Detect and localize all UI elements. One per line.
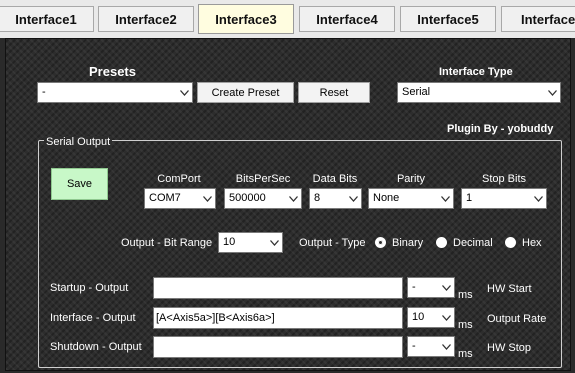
parity-value: None	[373, 192, 400, 204]
startup-rate-select[interactable]: -	[407, 277, 455, 298]
comport-label: ComPort	[157, 173, 201, 185]
hw-start-label: HW Start	[487, 283, 532, 295]
tab-interface1[interactable]: Interface1	[0, 6, 94, 32]
tab-interface3[interactable]: Interface3	[198, 4, 294, 34]
serial-output-title: Serial Output	[44, 136, 113, 148]
interface-type-value: Serial	[402, 86, 431, 98]
bit-range-value: 10	[223, 236, 236, 248]
plugin-credit: Plugin By - yobuddy	[447, 123, 554, 135]
stop-bits-value: 1	[466, 192, 473, 204]
bit-range-select[interactable]: 10	[218, 232, 283, 253]
radio-decimal[interactable]	[436, 237, 447, 248]
parity-select[interactable]: None	[368, 188, 454, 209]
radio-binary[interactable]	[375, 237, 386, 248]
tab-interface5[interactable]: Interface5	[400, 6, 496, 32]
parity-label: Parity	[396, 173, 426, 185]
reset-button[interactable]: Reset	[298, 82, 370, 103]
tab-bar: Interface1 Interface2 Interface3 Interfa…	[0, 0, 575, 38]
stop-bits-label: Stop Bits	[481, 173, 527, 185]
interface-output-field[interactable]: [A<Axis5a>][B<Axis6a>]	[153, 307, 403, 329]
bits-per-sec-label: BitsPerSec	[235, 173, 291, 185]
create-preset-button[interactable]: Create Preset	[197, 82, 294, 103]
interface-output-label: Interface - Output	[50, 312, 136, 324]
chevron-down-icon	[438, 308, 454, 327]
interface-unit-label: ms	[458, 319, 473, 331]
chevron-down-icon	[345, 189, 361, 208]
chevron-down-icon	[530, 189, 546, 208]
chevron-down-icon	[438, 337, 454, 356]
radio-hex[interactable]	[505, 237, 516, 248]
bit-range-label: Output - Bit Range	[121, 237, 213, 249]
comport-select[interactable]: COM7	[144, 188, 216, 209]
hw-stop-label: HW Stop	[487, 342, 532, 354]
chevron-down-icon	[437, 189, 453, 208]
chevron-down-icon	[285, 189, 301, 208]
tab-interface2[interactable]: Interface2	[98, 6, 194, 32]
presets-select-value: -	[42, 86, 46, 98]
tab-interface4[interactable]: Interface4	[299, 6, 395, 32]
shutdown-rate-select[interactable]: -	[407, 336, 455, 357]
interface-rate-value: 10	[412, 311, 425, 323]
chevron-down-icon	[544, 83, 560, 102]
startup-output-field[interactable]	[153, 277, 403, 299]
startup-rate-value: -	[412, 281, 416, 293]
chevron-down-icon	[199, 189, 215, 208]
startup-output-label: Startup - Output	[50, 282, 129, 294]
bits-per-sec-select[interactable]: 500000	[224, 188, 302, 209]
radio-decimal-label: Decimal	[453, 237, 493, 249]
data-bits-value: 8	[314, 192, 321, 204]
chevron-down-icon	[266, 233, 282, 252]
output-rate-label: Output Rate	[487, 313, 547, 325]
bits-per-sec-value: 500000	[229, 192, 266, 204]
stop-bits-select[interactable]: 1	[461, 188, 547, 209]
presets-title: Presets	[89, 64, 136, 79]
shutdown-rate-value: -	[412, 340, 416, 352]
interface-type-title: Interface Type	[439, 66, 513, 78]
chevron-down-icon	[438, 278, 454, 297]
radio-hex-label: Hex	[522, 237, 542, 249]
interface-rate-select[interactable]: 10	[407, 307, 455, 328]
shutdown-output-label: Shutdown - Output	[50, 341, 142, 353]
radio-binary-label: Binary	[392, 237, 424, 249]
save-button[interactable]: Save	[51, 168, 108, 200]
presets-select[interactable]: -	[37, 82, 193, 103]
tab-interface6[interactable]: Interface6	[501, 6, 575, 32]
data-bits-label: Data Bits	[312, 173, 358, 185]
shutdown-output-field[interactable]	[153, 336, 403, 358]
comport-value: COM7	[149, 192, 181, 204]
data-bits-select[interactable]: 8	[309, 188, 362, 209]
output-type-label: Output - Type	[299, 237, 366, 249]
interface-type-select[interactable]: Serial	[397, 82, 561, 103]
startup-unit-label: ms	[458, 289, 473, 301]
shutdown-unit-label: ms	[458, 348, 473, 360]
chevron-down-icon	[176, 83, 192, 102]
